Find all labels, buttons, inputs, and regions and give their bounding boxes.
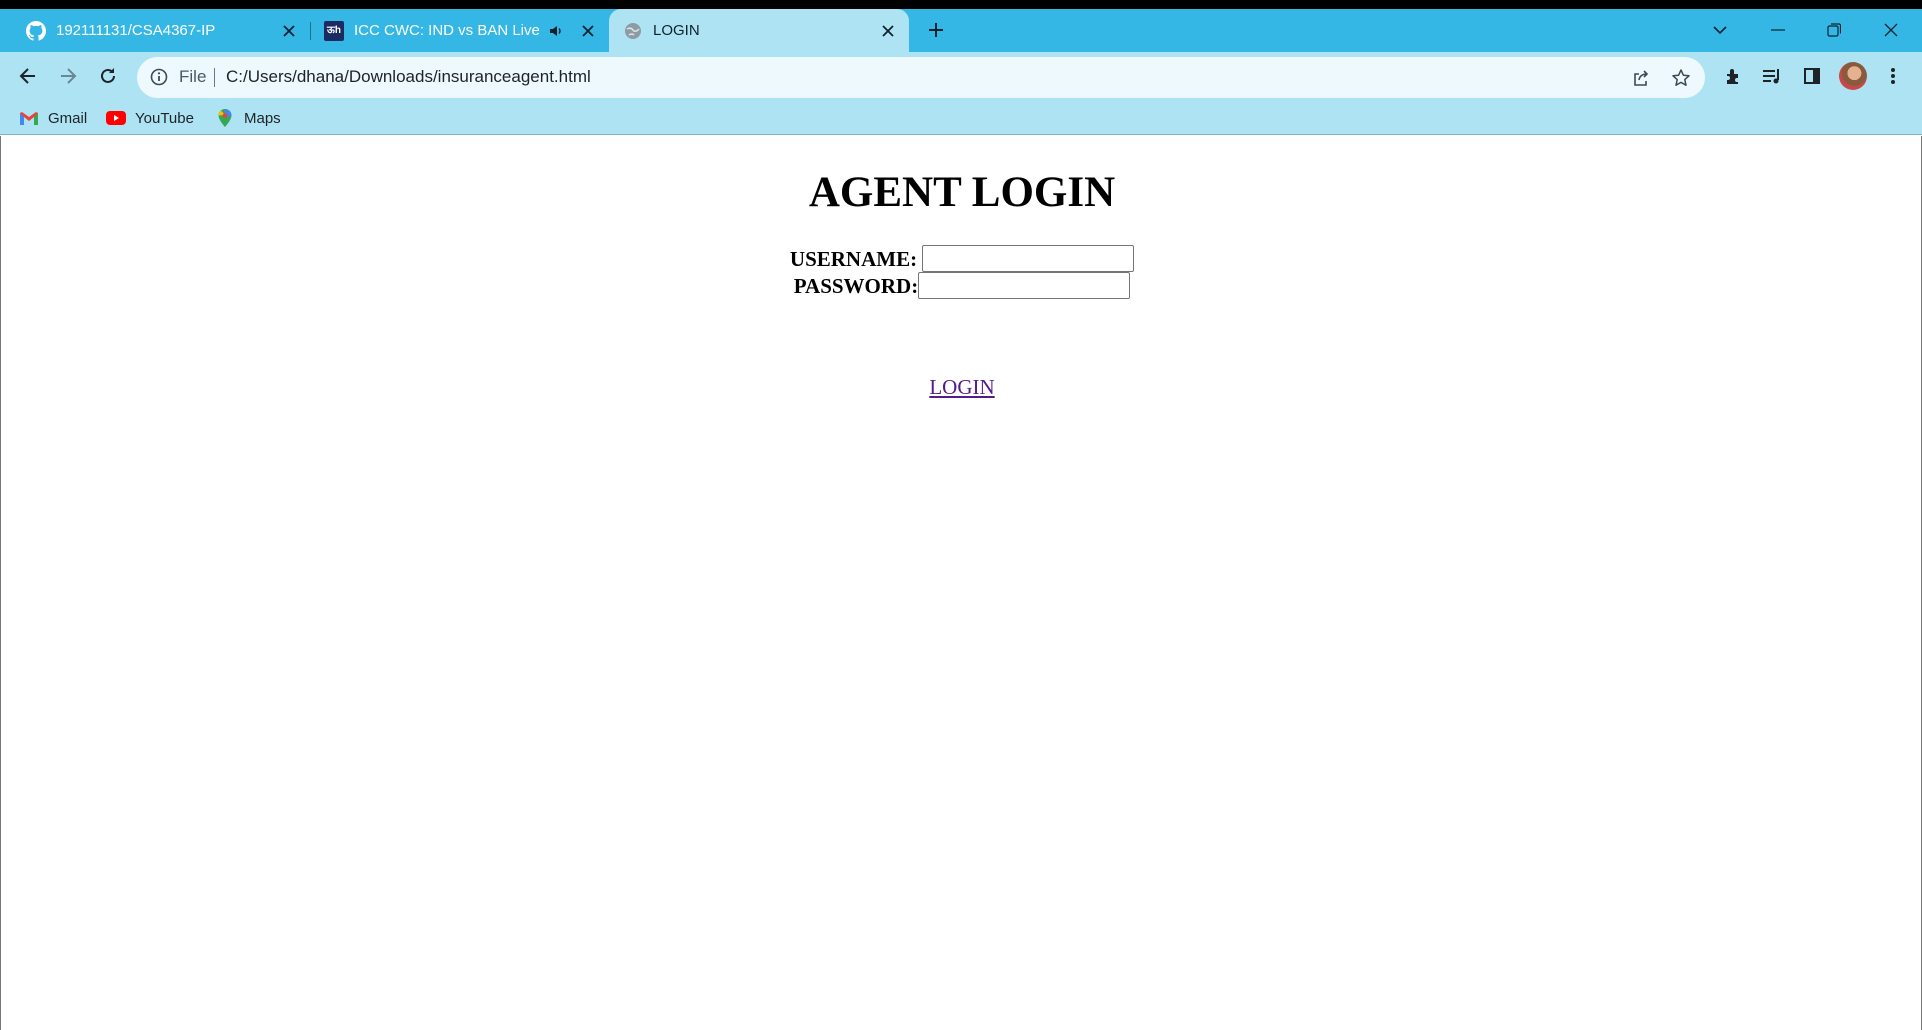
page-content: AGENT LOGIN USERNAME: PASSWORD: LOGIN [0,136,1922,1030]
minimize-button[interactable] [1755,15,1801,45]
url-text[interactable]: C:/Users/dhana/Downloads/insuranceagent.… [226,67,591,87]
gmail-icon [19,108,39,128]
bookmark-label: Maps [244,109,281,127]
site-info-icon[interactable] [149,67,169,87]
side-panel-icon[interactable] [1798,62,1826,90]
github-icon [26,21,47,41]
reload-button[interactable] [90,58,126,94]
tab-title: LOGIN [653,22,700,39]
close-tab-icon[interactable] [278,20,300,42]
bookmark-gmail[interactable]: Gmail [19,106,87,130]
extensions-icon[interactable] [1720,62,1748,90]
dh-news-icon: ऊh [324,21,344,41]
speaker-icon[interactable] [545,20,567,42]
forward-button[interactable] [50,58,86,94]
password-label: PASSWORD: [793,273,919,298]
bookmark-star-icon[interactable] [1669,66,1693,90]
tab-title: 192111131/CSA4367-IP [56,22,216,39]
bookmark-label: YouTube [135,109,194,127]
share-icon[interactable] [1629,66,1653,90]
address-divider [214,68,215,87]
back-button[interactable] [10,58,46,94]
username-row: USERNAME: [1,245,1922,272]
scheme-label: File [179,67,207,86]
youtube-icon [106,108,126,128]
page-title: AGENT LOGIN [808,169,1116,216]
close-tab-icon[interactable] [877,20,899,42]
close-tab-icon[interactable] [577,20,599,42]
media-control-icon[interactable] [1758,62,1786,90]
bookmark-label: Gmail [48,109,88,127]
maps-icon [215,108,235,128]
password-row: PASSWORD: [1,272,1922,299]
tab-github[interactable]: 192111131/CSA4367-IP [10,9,310,52]
bookmark-youtube[interactable]: YouTube [106,106,194,130]
tab-search-button[interactable] [1697,15,1743,45]
close-window-button[interactable] [1868,15,1914,45]
login-link[interactable]: LOGIN [929,375,994,399]
address-bar[interactable]: File C:/Users/dhana/Downloads/insurancea… [137,57,1705,98]
username-input[interactable] [922,245,1135,272]
tab-login[interactable]: LOGIN [609,9,909,52]
browser-window: 192111131/CSA4367-IP ऊh ICC CWC: IND vs … [0,9,1922,1030]
globe-icon [623,21,643,41]
login-link-container: LOGIN [1,375,1922,399]
tab-strip: 192111131/CSA4367-IP ऊh ICC CWC: IND vs … [0,9,1922,52]
bookmark-maps[interactable]: Maps [215,106,281,130]
username-label: USERNAME: [789,246,918,271]
password-input[interactable] [918,272,1131,299]
tab-cricket[interactable]: ऊh ICC CWC: IND vs BAN Live s [311,9,609,52]
restore-button[interactable] [1811,15,1857,45]
new-tab-button[interactable] [913,15,959,45]
profile-avatar[interactable] [1839,62,1867,90]
browser-toolbar: File C:/Users/dhana/Downloads/insurancea… [0,52,1922,101]
bookmarks-bar: Gmail YouTube Maps [0,101,1922,135]
tab-title: ICC CWC: IND vs BAN Live s [354,22,542,39]
menu-icon[interactable] [1879,62,1907,90]
